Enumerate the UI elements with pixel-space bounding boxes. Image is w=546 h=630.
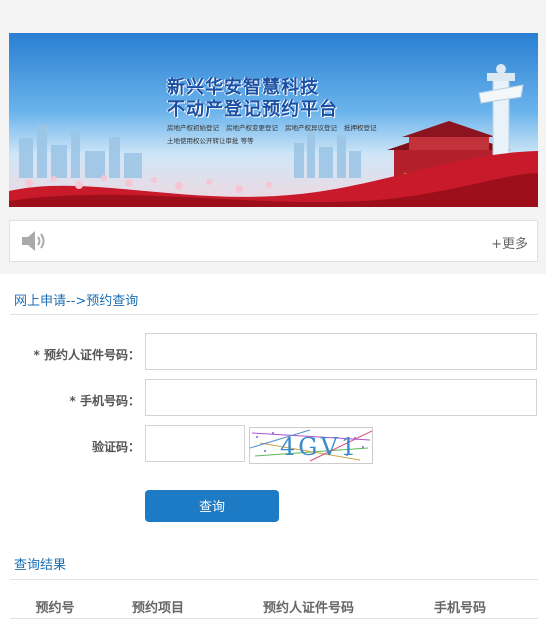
banner-title-line1: 新兴华安智慧科技 [167,77,319,98]
notice-bar: +更多 [9,220,538,262]
banner-services: 房地产权初始登记 房地产权变更登记 房地产权异议登记 抵押权登记 土地使用权公开转让审… [167,122,387,148]
captcha-input[interactable] [145,425,245,462]
banner-title: 新兴华安智慧科技 不动产登记预约平台 [167,77,338,121]
banner-service-item: 抵押权登记 [344,124,377,132]
column-header: 预约项目 [131,601,184,616]
captcha-image[interactable]: 4GV1 [249,427,373,464]
captcha-text: 4GV1 [280,433,359,461]
banner-service-item: 房地产权变更登记 [226,124,278,132]
banner-service-item: 房地产权初始登记 [167,124,219,132]
column-header: 预约号 [35,601,75,616]
divider [10,579,538,580]
column-header: 预约人证件号码 [262,601,354,616]
banner-service-item: 房地产权异议登记 [285,124,337,132]
captcha-label: 验证码： [91,440,140,454]
header-banner: 新兴华安智慧科技 不动产登记预约平台 房地产权初始登记 房地产权变更登记 房地产权异… [9,33,538,207]
id-number-label: * 预约人证件号码： [33,348,140,362]
divider [10,314,538,315]
speaker-icon [20,229,48,257]
banner-title-line2: 不动产登记预约平台 [167,99,338,120]
captcha-graphic: 4GV1 [250,429,372,462]
table-row-divider [10,618,538,619]
results-title: 查询结果 [14,558,67,573]
breadcrumb[interactable]: 网上申请-->预约查询 [14,290,138,309]
phone-input[interactable] [145,379,537,416]
phone-label: * 手机号码： [69,394,140,408]
id-number-input[interactable] [145,333,537,370]
more-link[interactable]: +更多 [491,233,528,252]
query-button[interactable]: 查询 [145,490,279,522]
query-panel: 网上申请-->预约查询 * 预约人证件号码： * 手机号码： 验证码： 4GV1… [0,274,546,630]
banner-service-line2: 土地使用权公开转让审批 等等 [167,137,254,145]
column-header: 手机号码 [433,601,486,616]
